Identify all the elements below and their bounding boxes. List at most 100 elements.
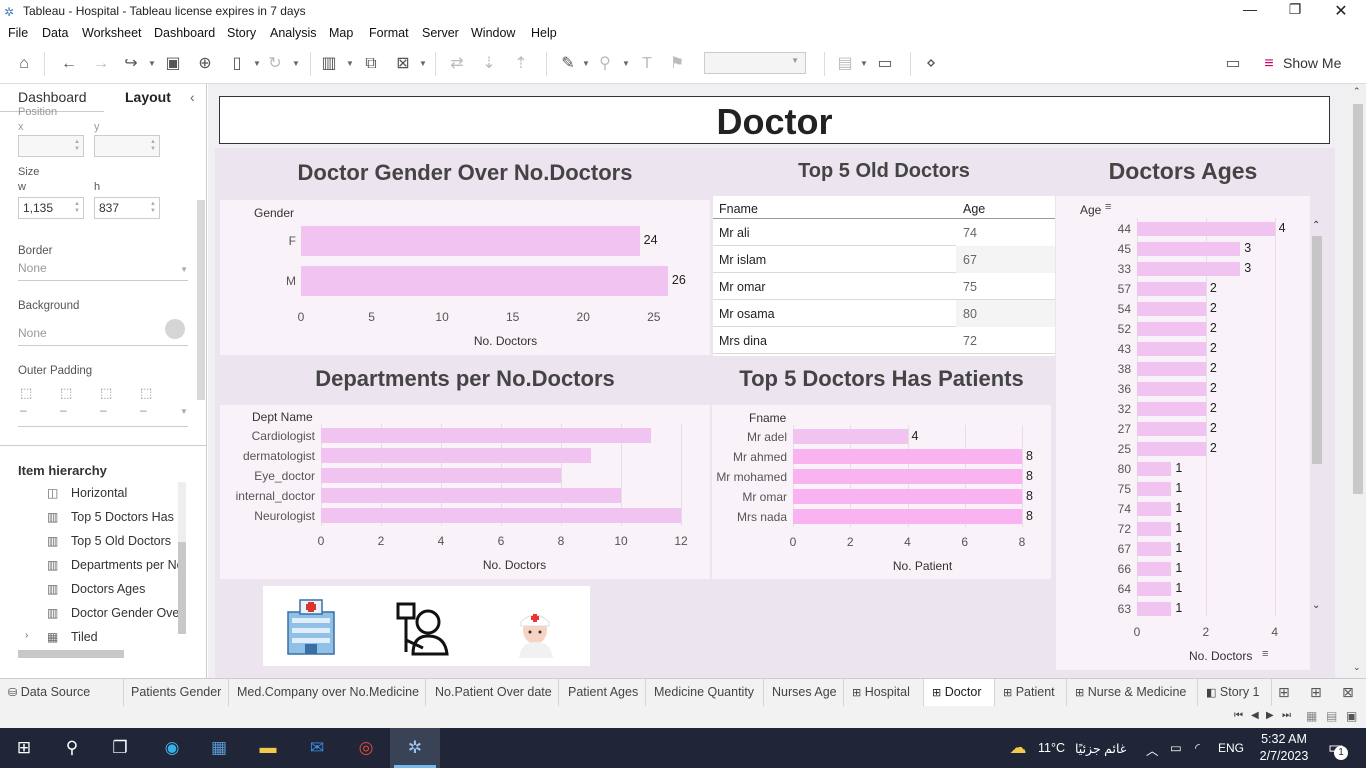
bar[interactable] xyxy=(1137,542,1172,556)
refresh-dropdown-icon[interactable]: ▼ xyxy=(292,54,300,74)
menu-help[interactable]: Help xyxy=(531,26,557,40)
file-explorer-icon[interactable]: ▬ xyxy=(256,736,280,760)
last-sheet-icon[interactable]: ⏭ xyxy=(1282,710,1291,721)
chrome-icon[interactable]: ◎ xyxy=(354,736,378,760)
menu-worksheet[interactable]: Worksheet xyxy=(82,26,142,40)
hierarchy-item[interactable]: Doctors Ages xyxy=(71,582,179,596)
bar[interactable] xyxy=(1137,462,1172,476)
bar[interactable] xyxy=(1137,582,1172,596)
sheet-tab[interactable]: ⊞ Nurse & Medicine xyxy=(1067,679,1198,707)
menu-map[interactable]: Map xyxy=(329,26,353,40)
home-icon[interactable]: ⌂ xyxy=(13,54,35,74)
bar[interactable] xyxy=(321,488,621,503)
new-dashboard-icon[interactable]: ⊞ xyxy=(1310,684,1322,701)
clear-dropdown-icon[interactable]: ▼ xyxy=(419,54,427,74)
bar[interactable] xyxy=(1137,282,1206,296)
sort-icon[interactable]: ≡ xyxy=(1262,648,1268,660)
bar[interactable] xyxy=(301,266,668,296)
close-button[interactable]: ✕ xyxy=(1318,1,1364,21)
bar[interactable] xyxy=(1137,482,1172,496)
new-worksheet-icon[interactable]: ⊞ xyxy=(1278,684,1290,701)
sheet-tab[interactable]: ◧ Story 1 xyxy=(1198,679,1272,707)
tray-chevron-icon[interactable]: ︿ xyxy=(1146,740,1159,759)
clock-time[interactable]: 5:32 AM xyxy=(1258,732,1310,746)
bar[interactable] xyxy=(1137,422,1206,436)
pause-dropdown-icon[interactable]: ▼ xyxy=(253,54,261,74)
mail-icon[interactable]: ✉ xyxy=(305,736,329,760)
menu-dashboard[interactable]: Dashboard xyxy=(154,26,215,40)
bar[interactable] xyxy=(1137,362,1206,376)
fit-dropdown-icon[interactable]: ▼ xyxy=(860,54,868,74)
store-icon[interactable]: ▦ xyxy=(207,736,231,760)
scroll-up-icon[interactable]: ⌃ xyxy=(1353,86,1361,97)
bar[interactable] xyxy=(1137,302,1206,316)
clock-date[interactable]: 2/7/2023 xyxy=(1256,749,1312,763)
sort-ascending-icon[interactable]: ⇣ xyxy=(478,54,500,74)
outer-padding-control[interactable]: ⬚ ⬚ ⬚ ⬚ – – – – ▼ xyxy=(18,383,188,427)
bar[interactable] xyxy=(793,489,1022,504)
bar[interactable] xyxy=(301,226,640,256)
width-input[interactable]: 1,135 ▲ ▼ xyxy=(18,197,84,219)
swap-axes-icon[interactable]: ⇄ xyxy=(446,54,468,74)
labels-icon[interactable]: T xyxy=(636,54,658,74)
menu-server[interactable]: Server xyxy=(422,26,459,40)
table-row[interactable]: Mr ali 74 xyxy=(713,219,1055,246)
replay-icon[interactable]: ↪ xyxy=(120,54,142,74)
bar[interactable] xyxy=(1137,342,1206,356)
new-data-source-icon[interactable]: ⊕ xyxy=(194,54,216,74)
highlight-icon[interactable]: ✎ xyxy=(557,54,579,74)
sort-icon[interactable]: ≡ xyxy=(1105,201,1111,213)
redo-icon[interactable]: → xyxy=(90,54,112,74)
scroll-up-icon[interactable]: ⌃ xyxy=(1312,220,1320,231)
bar[interactable] xyxy=(793,449,1022,464)
duplicate-sheet-icon[interactable]: ⧉ xyxy=(360,54,382,74)
canvas-scrollbar[interactable]: ⌃ ⌄ xyxy=(1350,84,1366,678)
clear-sheet-icon[interactable]: ⊠ xyxy=(392,54,414,74)
padding-right-icon[interactable]: ⬚ xyxy=(100,385,112,401)
wifi-icon[interactable]: ◜ xyxy=(1195,740,1200,755)
x-input[interactable]: ▲ ▼ xyxy=(18,135,84,157)
filmstrip-view-icon[interactable]: ▤ xyxy=(1326,709,1337,723)
bar[interactable] xyxy=(1137,222,1275,236)
new-story-icon[interactable]: ⊠ xyxy=(1342,684,1354,701)
panel-scrollbar[interactable] xyxy=(197,200,205,400)
bar[interactable] xyxy=(793,469,1022,484)
menu-format[interactable]: Format xyxy=(369,26,409,40)
bar[interactable] xyxy=(1137,502,1172,516)
scroll-down-icon[interactable]: ⌄ xyxy=(1353,662,1361,673)
height-input[interactable]: 837 ▲ ▼ xyxy=(94,197,160,219)
background-select[interactable]: None xyxy=(18,326,188,346)
bar[interactable] xyxy=(1137,402,1206,416)
bar[interactable] xyxy=(793,509,1022,524)
tooltip-icon[interactable]: ▭ xyxy=(1222,54,1244,74)
search-icon[interactable]: ⚲ xyxy=(60,736,84,760)
language-indicator[interactable]: ENG xyxy=(1218,741,1244,755)
sheet-tab[interactable]: ⊞ Hospital xyxy=(844,679,924,707)
bar[interactable] xyxy=(1137,242,1241,256)
restore-button[interactable]: ❐ xyxy=(1272,1,1318,21)
expand-chevron-icon[interactable]: › xyxy=(25,630,28,641)
hierarchy-scrollbar[interactable] xyxy=(178,542,186,634)
sheet-tab[interactable]: Patients Gender xyxy=(124,679,229,707)
sheet-tab[interactable]: Medicine Quantity xyxy=(646,679,764,707)
task-view-icon[interactable]: ❐ xyxy=(108,736,132,760)
hierarchy-item[interactable]: Top 5 Old Doctors xyxy=(71,534,179,548)
pause-updates-icon[interactable]: ▯ xyxy=(226,54,248,74)
first-sheet-icon[interactable]: ⏮ xyxy=(1234,710,1243,721)
edge-browser-icon[interactable]: ◉ xyxy=(160,736,184,760)
sheet-tab[interactable]: No.Patient Over date xyxy=(426,679,559,707)
bar[interactable] xyxy=(1137,602,1172,616)
table-row[interactable]: Mr osama 80 xyxy=(713,300,1055,327)
battery-icon[interactable]: ▭ xyxy=(1170,740,1182,755)
sheet-tab-active[interactable]: ⊞ Doctor xyxy=(924,679,995,707)
next-sheet-icon[interactable]: ▶ xyxy=(1266,710,1274,721)
bar[interactable] xyxy=(1137,522,1172,536)
highlight-dropdown-icon[interactable]: ▼ xyxy=(582,54,590,74)
group-dropdown-icon[interactable]: ▼ xyxy=(622,54,630,74)
padding-bottom-icon[interactable]: ⬚ xyxy=(140,385,152,401)
bar[interactable] xyxy=(1137,562,1172,576)
hierarchy-item[interactable]: Doctor Gender Over xyxy=(71,606,179,620)
bar[interactable] xyxy=(321,508,681,523)
y-input[interactable]: ▲ ▼ xyxy=(94,135,160,157)
presentation-mode-icon[interactable]: ▭ xyxy=(874,54,896,74)
